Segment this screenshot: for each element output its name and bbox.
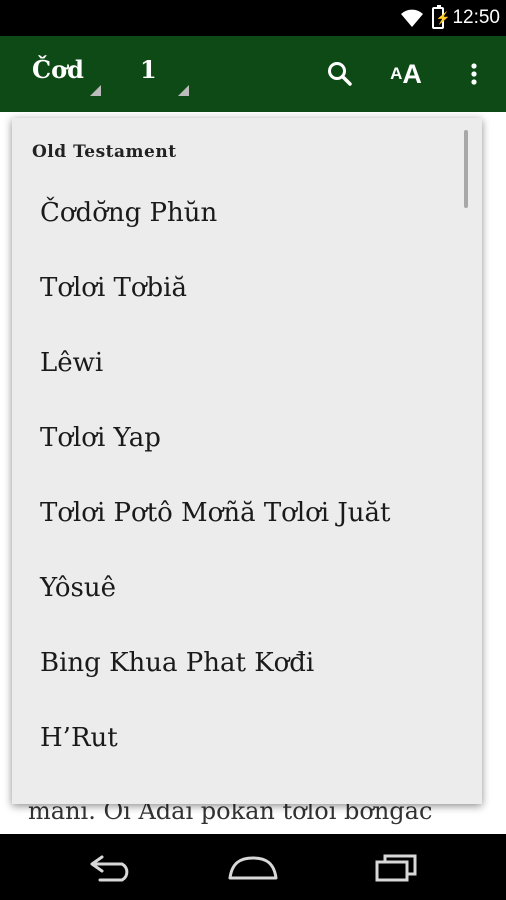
back-icon	[90, 855, 129, 882]
navigation-bar	[0, 834, 506, 900]
dropdown-indicator-icon	[90, 85, 101, 96]
search-button[interactable]	[320, 54, 360, 94]
book-item[interactable]: Tơlơi Yap	[40, 423, 161, 453]
book-item[interactable]: Lêwi	[40, 348, 103, 378]
dropdown-indicator-icon	[178, 85, 189, 96]
book-item[interactable]: Tơlơi Tơbiă	[40, 273, 187, 303]
status-time: 12:50	[452, 7, 500, 28]
home-icon	[228, 856, 278, 880]
chapter-selector[interactable]: 1	[140, 55, 189, 96]
charging-bolt-icon: ⚡	[435, 11, 451, 25]
book-dropdown: Old Testament Čơdơ̆ng Phŭn Tơlơi Tơbiă L…	[12, 118, 482, 804]
text-size-button[interactable]: AA	[386, 54, 426, 94]
book-selector[interactable]: Čơd	[32, 55, 101, 96]
book-item[interactable]: Bing Khua Phat Kơđi	[40, 648, 314, 678]
scrollbar[interactable]	[464, 130, 468, 208]
book-selector-label: Čơd	[32, 55, 84, 84]
battery-icon: ⚡	[432, 5, 450, 29]
text-size-icon: A	[390, 64, 403, 83]
recent-apps-icon	[375, 854, 417, 882]
back-button[interactable]	[82, 846, 142, 890]
section-header-old-testament: Old Testament	[32, 142, 177, 162]
text-size-icon-large: A	[402, 58, 422, 89]
app-bar: Čơd 1 AA	[0, 36, 506, 112]
overflow-menu-button[interactable]	[454, 54, 494, 94]
search-icon	[328, 62, 352, 86]
home-button[interactable]	[223, 846, 283, 890]
book-item[interactable]: Yôsuê	[40, 573, 116, 603]
status-bar: ⚡ 12:50	[0, 0, 506, 36]
wifi-icon	[401, 9, 424, 27]
recent-apps-button[interactable]	[366, 846, 426, 890]
book-item[interactable]: Tơlơi Pơtô Mơñă Tơlơi Juăt	[40, 498, 391, 528]
book-item[interactable]: Čơdơ̆ng Phŭn	[40, 198, 217, 228]
status-icons: ⚡ 12:50	[400, 4, 500, 32]
more-vert-icon	[471, 63, 477, 85]
chapter-selector-label: 1	[140, 55, 157, 84]
book-item[interactable]: H’Rut	[40, 723, 118, 753]
